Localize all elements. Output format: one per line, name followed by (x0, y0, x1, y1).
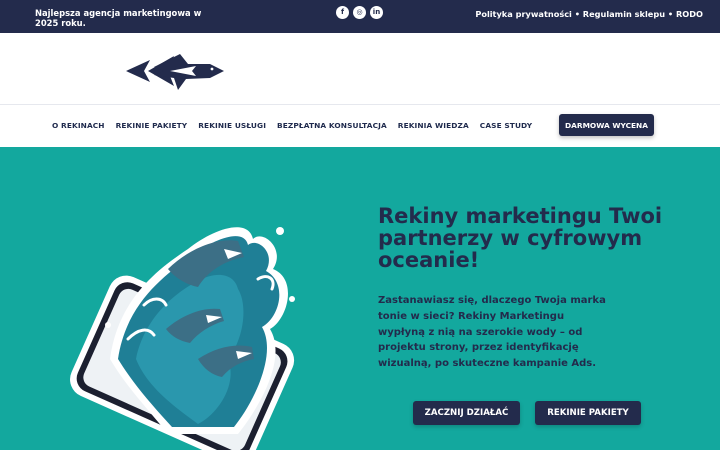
linkedin-icon[interactable]: in (370, 6, 383, 19)
instagram-icon[interactable]: ◎ (353, 6, 366, 19)
nav-item-case-study[interactable]: CASE STUDY (480, 121, 532, 130)
nav-item-rekinie-uslugi[interactable]: REKINIE USŁUGI (198, 121, 266, 130)
shark-logo-icon[interactable] (124, 50, 224, 92)
hero-heading: Rekiny marketingu Twoi partnerzy w cyfro… (378, 204, 663, 272)
nav-item-rekinia-wiedza[interactable]: REKINIA WIEDZA (398, 121, 469, 130)
nav-item-bezplatna-konsultacja[interactable]: BEZPŁATNA KONSULTACJA (277, 121, 387, 130)
social-links: f ◎ in (336, 6, 383, 19)
nav-item-o-rekinach[interactable]: O REKINACH (52, 121, 105, 130)
nav-item-rekinie-pakiety[interactable]: REKINIE PAKIETY (116, 121, 188, 130)
free-quote-button[interactable]: DARMOWA WYCENA (559, 114, 654, 136)
logo-bar (0, 33, 720, 105)
hero-description: Zastanawiasz się, dlaczego Twoja marka t… (378, 295, 606, 370)
facebook-icon[interactable]: f (336, 6, 349, 19)
top-bar: Najlepsza agencja marketingowa w 2025 ro… (0, 0, 720, 33)
shark-packages-button[interactable]: REKINIE PAKIETY (535, 401, 641, 425)
top-tagline: Najlepsza agencja marketingowa w 2025 ro… (35, 8, 202, 28)
hero-section: Rekiny marketingu Twoi partnerzy w cyfro… (0, 147, 720, 450)
legal-links[interactable]: Polityka prywatności • Regulamin sklepu … (475, 9, 703, 19)
shark-phone-illustration (70, 227, 295, 450)
start-now-button[interactable]: ZACZNIJ DZIAŁAĆ (413, 401, 520, 425)
